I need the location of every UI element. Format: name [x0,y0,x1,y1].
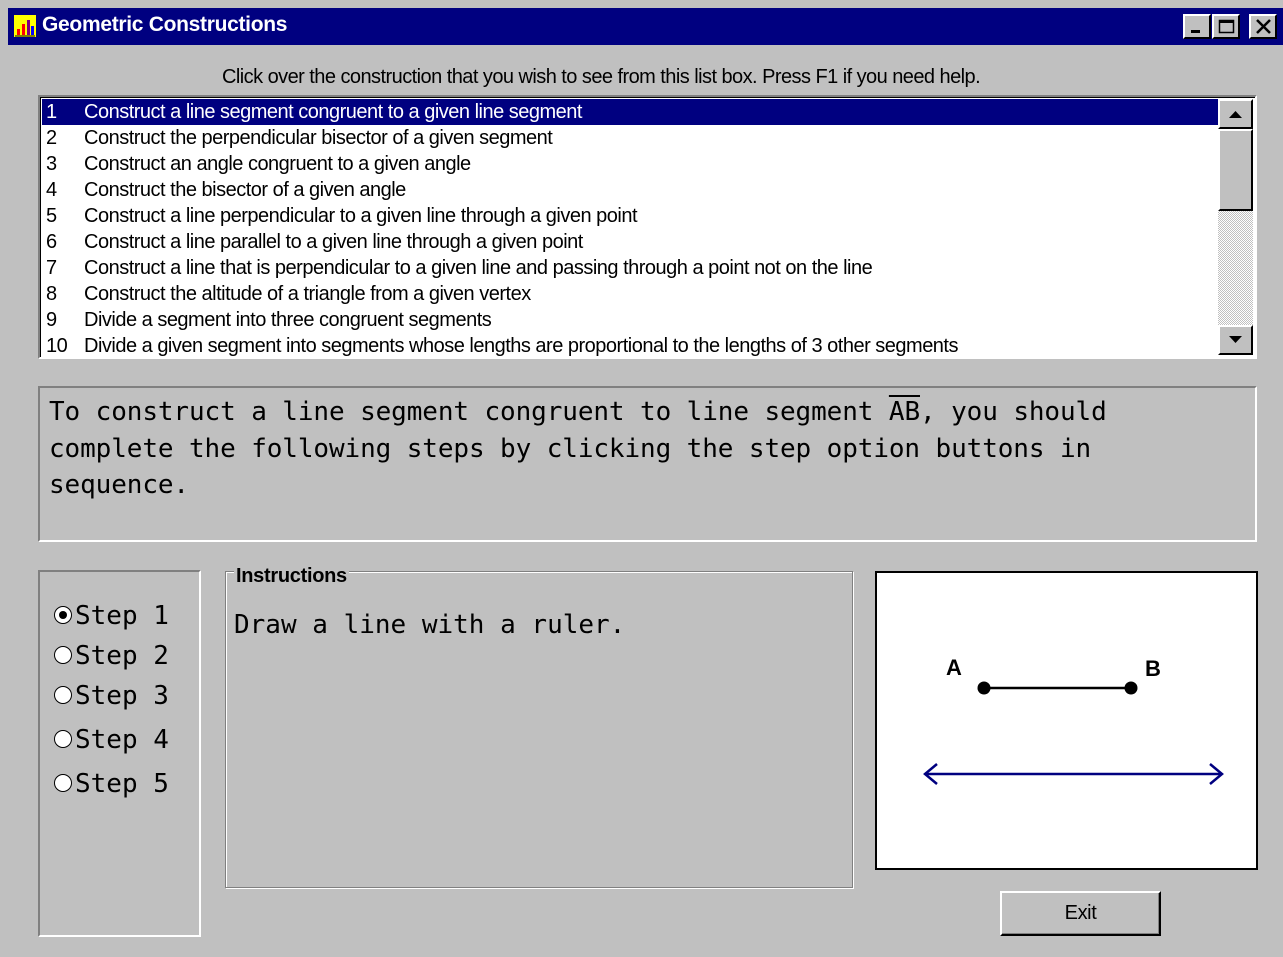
list-item-number: 9 [46,309,57,331]
list-item[interactable]: 6 Construct a line parallel to a given li… [42,229,1218,255]
list-item-number: 6 [46,231,57,253]
step-label: Step 2 [75,641,169,671]
scroll-thumb[interactable] [1218,129,1253,211]
point-a [977,681,991,695]
list-item-text: Construct an angle congruent to a given … [84,153,471,175]
list-item-text: Divide a segment into three congruent se… [84,309,492,331]
close-icon [1256,19,1271,34]
radio-icon[interactable] [54,773,72,792]
list-item[interactable]: 7 Construct a line that is perpendicular … [42,255,1218,281]
instructions-text: Draw a line with a ruler. [234,610,626,640]
list-item-number: 4 [46,179,57,201]
window-title: Geometric Constructions [42,13,288,36]
list-item[interactable]: 5 Construct a line perpendicular to a giv… [42,203,1218,229]
list-item-text: Construct a line segment congruent to a … [84,101,582,123]
list-item[interactable]: 8 Construct the altitude of a triangle fr… [42,281,1218,307]
step-2-option[interactable]: Step 2 [54,639,169,673]
list-item-text: Construct the altitude of a triangle fro… [84,283,531,305]
construction-list: 1 Construct a line segment congruent to a… [42,99,1218,357]
list-item-text: Construct the perpendicular bisector of … [84,127,553,149]
list-item[interactable]: 2 Construct the perpendicular bisector of… [42,125,1218,151]
construction-listbox[interactable]: 1 Construct a line segment congruent to a… [38,95,1257,359]
step-label: Step 1 [75,601,169,631]
list-item-number: 10 [46,335,68,357]
segment-name: AB [888,397,920,427]
close-button[interactable] [1249,14,1277,39]
list-item-text: Construct a line that is perpendicular t… [84,257,873,279]
construction-diagram: A B [875,571,1258,870]
steps-panel: Step 1 Step 2 Step 3 Step 4 Step 5 [38,570,201,937]
list-item-text: Divide a given segment into segments who… [84,335,959,357]
description-panel: To construct a line segment congruent to… [38,386,1257,542]
list-item-number: 5 [46,205,57,227]
step-3-option[interactable]: Step 3 [54,679,169,713]
radio-icon[interactable] [54,605,72,624]
step-label: Step 3 [75,681,169,711]
point-a-label: A [946,655,962,680]
point-b [1124,681,1138,695]
radio-icon[interactable] [54,645,72,664]
list-item[interactable]: 3 Construct an angle congruent to a given… [42,151,1218,177]
step-label: Step 4 [75,725,169,755]
step-4-option[interactable]: Step 4 [54,723,169,757]
chart-app-icon[interactable] [14,15,36,37]
list-item-number: 7 [46,257,57,279]
description-before: To construct a line segment congruent to… [49,397,889,427]
arrow-up-icon [1229,111,1242,118]
list-item-number: 1 [46,101,57,123]
maximize-button[interactable] [1212,14,1240,39]
scroll-down-button[interactable] [1218,325,1253,355]
arrow-down-icon [1229,336,1242,343]
description-text: To construct a line segment congruent to… [49,394,1239,504]
step-label: Step 5 [75,769,169,799]
list-item-text: Construct a line perpendicular to a give… [84,205,638,227]
minimize-button[interactable] [1183,14,1211,39]
scroll-up-button[interactable] [1218,99,1253,129]
radio-icon[interactable] [54,685,72,704]
step-1-option[interactable]: Step 1 [54,599,169,633]
list-item-number: 3 [46,153,57,175]
point-b-label: B [1145,656,1161,681]
radio-icon[interactable] [54,729,72,748]
list-item[interactable]: 4 Construct the bisector of a given angle [42,177,1218,203]
title-bar: Geometric Constructions [8,8,1283,45]
list-item-text: Construct a line parallel to a given lin… [84,231,583,253]
list-prompt: Click over the construction that you wis… [222,66,981,88]
vertical-scrollbar[interactable] [1218,99,1253,355]
diagram-canvas: A B [923,655,1224,785]
step-5-option[interactable]: Step 5 [54,767,169,801]
minimize-icon [1191,30,1200,33]
list-item-text: Construct the bisector of a given angle [84,179,406,201]
maximize-icon [1218,19,1235,34]
instructions-legend: Instructions [234,565,349,588]
list-item[interactable]: 10 Divide a given segment into segments w… [42,333,1218,357]
exit-button[interactable]: Exit [1000,891,1161,936]
list-item[interactable]: 9 Divide a segment into three congruent s… [42,307,1218,333]
list-item-number: 8 [46,283,57,305]
list-item-number: 2 [46,127,57,149]
list-item[interactable]: 1 Construct a line segment congruent to a… [42,99,1218,125]
